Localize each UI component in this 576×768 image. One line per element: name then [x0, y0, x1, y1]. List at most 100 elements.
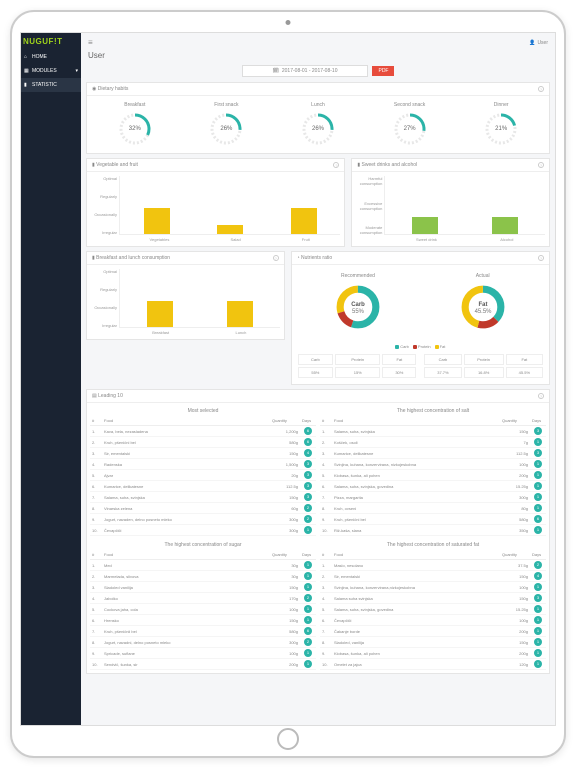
donut-act-svg: Fat 45.5% — [458, 282, 508, 332]
donut-recommended: Recommended Carb 55% — [333, 273, 383, 337]
table-row: 7.Čakanje borde200g1 — [320, 626, 546, 637]
table-row: 10.Riž-kaša, slana350g1 — [320, 525, 546, 536]
table-row: 3.Svinjina, kuhana, konzervirana,nizkoje… — [320, 582, 546, 593]
table-row: 3.Sladoled vanilija150g1 — [90, 582, 316, 593]
table-row: 4.Radenska1,500g3 — [90, 459, 316, 470]
tablet-frame: NUGUF!T ⌂HOME ▦MODULES▾ ▮STATISTIC ≡ 👤Us… — [10, 10, 566, 758]
help-icon[interactable]: ? — [538, 255, 544, 261]
panel-leading: ▤ Leading 10? Most selected#FoodQuantity… — [86, 389, 550, 674]
donut-actual: Actual Fat 45.5% — [458, 273, 508, 337]
panel-dietary-title: Dietary habits — [98, 86, 129, 92]
veg-chart: OptimalRegularlyOccasionallyIrregularVeg… — [87, 172, 344, 246]
table-row: 6.Čevapčiči100g1 — [320, 615, 546, 626]
leading-title-salt: The highest concentration of salt — [320, 406, 546, 416]
panel-vegetable: ▮ Vegetable and fruit? OptimalRegularlyO… — [86, 158, 345, 247]
table-row: 6.Salama, suha, svinjska, govedina15.25g… — [320, 481, 546, 492]
donuts-section: Recommended Carb 55% — [292, 265, 549, 384]
leading-title-fat: The highest concentration of saturated f… — [320, 540, 546, 550]
tablet-home-button[interactable] — [277, 728, 299, 750]
brand-logo: NUGUF!T — [21, 33, 81, 50]
help-icon[interactable]: ? — [538, 162, 544, 168]
panel-sweet-title: Sweet drinks and alcohol — [362, 162, 418, 168]
table-row: 1.Kava, bela, nezasladena1,200g6 — [90, 426, 316, 437]
nav-statistic-label: STATISTIC — [32, 82, 57, 88]
nav-modules[interactable]: ▦MODULES▾ — [21, 64, 81, 78]
nav-home[interactable]: ⌂HOME — [21, 50, 81, 64]
main-content: ≡ 👤User User 🗓2017-08-01 - 2017-08-10 PD… — [81, 33, 555, 725]
table-row: 2.Sir, ementalski150g4 — [320, 571, 546, 582]
table-row: 5.Klobasa, šunka, ali pohen200g1 — [320, 470, 546, 481]
pdf-button[interactable]: PDF — [372, 66, 394, 76]
list-icon: ▤ — [92, 393, 97, 399]
donut-rec-label: Carb — [351, 302, 365, 308]
nav-modules-label: MODULES — [32, 68, 57, 74]
modules-icon: ▦ — [24, 68, 30, 74]
table-row: 4.Svinjina, kuhana, konzervirana, nizkoj… — [320, 459, 546, 470]
table-row: 10.Čevapčiči300g1 — [90, 525, 316, 536]
panel-bflunch-title: Breakfast and lunch consumption — [96, 255, 170, 261]
nutrients-legend: CarbProteinFat — [296, 341, 545, 352]
table-sugar: #FoodQuantityDays1.Med30g12.Marmelada, s… — [90, 550, 316, 670]
table-row: 2.Košček, osoli7g1 — [320, 437, 546, 448]
bar-Salad — [217, 225, 243, 234]
panel-veg-title: Vegetable and fruit — [96, 162, 138, 168]
table-row: 9.Kruh, pšenični bel580g6 — [320, 514, 546, 525]
donut-rec-value: 55% — [352, 309, 365, 315]
home-icon: ⌂ — [24, 54, 30, 60]
sidebar: NUGUF!T ⌂HOME ▦MODULES▾ ▮STATISTIC — [21, 33, 81, 725]
table-row: 9.Klobasa, šunka, ali pohen200g1 — [320, 648, 546, 659]
menu-icon[interactable]: ≡ — [88, 38, 93, 47]
table-row: 1.Maslo, nesolano37.5g2 — [320, 560, 546, 571]
table-row: 5.Cockova jaha, cola100g1 — [90, 604, 316, 615]
chart-icon: ▮ — [24, 82, 30, 88]
table-row: 6.Hrensko150g1 — [90, 615, 316, 626]
nav-home-label: HOME — [32, 54, 47, 60]
topbar: ≡ 👤User — [84, 36, 552, 49]
rec-table: CarbProteinFat55%15%30% — [296, 352, 419, 380]
panel-bflunch: ▮ Breakfast and lunch consumption? Optim… — [86, 251, 285, 340]
table-row: 3.Kumarice, delikatesne112.5g3 — [320, 448, 546, 459]
panel-nutrients: ◔ Nutrients ratio? Recommended Carb — [291, 251, 550, 385]
leading-grid: Most selected#FoodQuantityDays1.Kava, be… — [90, 406, 546, 670]
table-row: 4.Salama suha svinjska150g3 — [320, 593, 546, 604]
act-table: CarbProteinFat37.7%16.8%45.5% — [422, 352, 545, 380]
page-title: User — [84, 49, 552, 62]
table-row: 8.Jogurt, navadni, delno posneto mleko30… — [90, 637, 316, 648]
table-row: 10.Sendvič, šunka, sir200g1 — [90, 659, 316, 670]
table-row: 8.Sladoled, vanilija150g1 — [320, 637, 546, 648]
user-icon: 👤 — [529, 40, 535, 46]
help-icon[interactable]: ? — [538, 86, 544, 92]
help-icon[interactable]: ? — [273, 255, 279, 261]
bar-Alcohol — [492, 217, 518, 234]
gauge-Breakfast: Breakfast32% — [89, 102, 181, 147]
help-icon[interactable]: ? — [333, 162, 339, 168]
leading-title-most_selected: Most selected — [90, 406, 316, 416]
gauge-Lunch: Lunch26% — [272, 102, 364, 147]
bar-icon: ▮ — [357, 162, 360, 168]
date-range-input[interactable]: 🗓2017-08-01 - 2017-08-10 — [242, 65, 369, 77]
table-row: 7.Pizza, margarita300g1 — [320, 492, 546, 503]
gauge-First snack: First snack26% — [181, 102, 273, 147]
table-row: 9.Spricade, suflane100g1 — [90, 648, 316, 659]
table-most_selected: #FoodQuantityDays1.Kava, bela, nezaslade… — [90, 416, 316, 536]
table-fat: #FoodQuantityDays1.Maslo, nesolano37.5g2… — [320, 550, 546, 670]
table-row: 3.Sir, ementalski150g4 — [90, 448, 316, 459]
table-row: 4.Jabolko170g2 — [90, 593, 316, 604]
topbar-user[interactable]: 👤User — [529, 40, 548, 46]
help-icon[interactable]: ? — [538, 393, 544, 399]
donut-rec-title: Recommended — [333, 273, 383, 279]
table-row: 5.Salama, suha, svinjska, govedina15.25g… — [320, 604, 546, 615]
nav-statistic[interactable]: ▮STATISTIC — [21, 78, 81, 92]
bf-chart: OptimalRegularlyOccasionallyIrregularBre… — [87, 265, 284, 339]
donut-act-value: 45.5% — [474, 309, 492, 315]
bar-Vegetables — [144, 208, 170, 234]
table-row: 8.Vinarska zelena60g2 — [90, 503, 316, 514]
table-row: 6.Kumarice, delikatesne112.5g3 — [90, 481, 316, 492]
pie-icon: ◔ — [297, 255, 300, 261]
panel-dietary: ◉ Dietary habits? Breakfast32%First snac… — [86, 82, 550, 154]
table-row: 2.Marmelada, slivova30g1 — [90, 571, 316, 582]
gauge-icon: ◉ — [92, 86, 96, 92]
bar-Breakfast — [147, 301, 173, 327]
table-row: 2.Kruh, pšenični bel580g6 — [90, 437, 316, 448]
bar-Sweet drink — [412, 217, 438, 234]
